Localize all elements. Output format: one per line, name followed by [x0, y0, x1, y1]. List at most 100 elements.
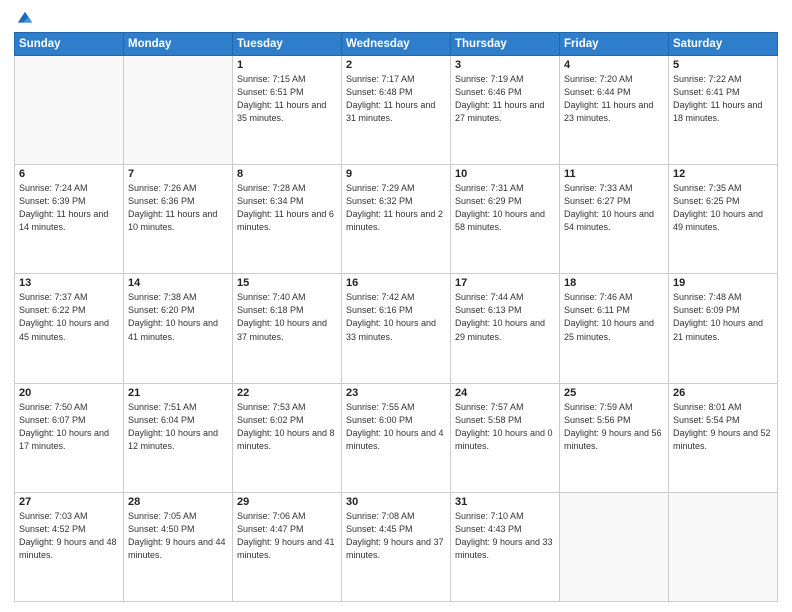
day-number: 10 — [455, 168, 555, 180]
day-info: Sunrise: 7:15 AM Sunset: 6:51 PM Dayligh… — [237, 73, 337, 125]
calendar-cell: 22Sunrise: 7:53 AM Sunset: 6:02 PM Dayli… — [233, 383, 342, 492]
calendar-cell: 19 Sunrise: 7:48 AM Sunset: 6:09 PM Dayli… — [669, 274, 778, 383]
day-info: Sunrise: 7:42 AM Sunset: 6:16 PM Dayligh… — [346, 291, 446, 343]
day-number: 2 — [346, 59, 446, 71]
calendar-cell: 21 Sunrise: 7:51 AM Sunset: 6:04 PM Dayli… — [124, 383, 233, 492]
day-number: 15 — [237, 277, 337, 289]
calendar-cell: 28 Sunrise: 7:05 AM Sunset: 4:50 PM Dayli… — [124, 492, 233, 601]
day-number: 9 — [346, 168, 446, 180]
calendar-cell: 31 Sunrise: 7:10 AM Sunset: 4:43 PM Dayli… — [451, 492, 560, 601]
day-info: Sunrise: 8:01 AM Sunset: 5:54 PM Dayligh… — [673, 401, 773, 453]
day-number: 4 — [564, 59, 664, 71]
calendar-cell: 11 Sunrise: 7:33 AM Sunset: 6:27 PM Dayli… — [560, 165, 669, 274]
day-number: 20 — [19, 387, 119, 399]
calendar-cell: 27 Sunrise: 7:03 AM Sunset: 4:52 PM Dayli… — [15, 492, 124, 601]
weekday-header-wednesday: Wednesday — [342, 33, 451, 56]
calendar-cell — [669, 492, 778, 601]
day-number: 7 — [128, 168, 228, 180]
day-info: Sunrise: 7:05 AM Sunset: 4:50 PM Dayligh… — [128, 510, 228, 562]
calendar-cell: 23Sunrise: 7:55 AM Sunset: 6:00 PM Dayli… — [342, 383, 451, 492]
calendar-week-5: 27 Sunrise: 7:03 AM Sunset: 4:52 PM Dayli… — [15, 492, 778, 601]
day-number: 5 — [673, 59, 773, 71]
day-info: Sunrise: 7:35 AM Sunset: 6:25 PM Dayligh… — [673, 182, 773, 234]
calendar-cell: 7 Sunrise: 7:26 AM Sunset: 6:36 PM Daylig… — [124, 165, 233, 274]
header — [14, 10, 778, 26]
day-info: Sunrise: 7:59 AM Sunset: 5:56 PM Dayligh… — [564, 401, 664, 453]
calendar-cell: 8 Sunrise: 7:28 AM Sunset: 6:34 PM Daylig… — [233, 165, 342, 274]
day-number: 27 — [19, 496, 119, 508]
day-number: 28 — [128, 496, 228, 508]
day-info: Sunrise: 7:28 AM Sunset: 6:34 PM Dayligh… — [237, 182, 337, 234]
day-number: 21 — [128, 387, 228, 399]
day-number: 16 — [346, 277, 446, 289]
weekday-header-thursday: Thursday — [451, 33, 560, 56]
day-number: 6 — [19, 168, 119, 180]
day-number: 29 — [237, 496, 337, 508]
calendar-cell: 20 Sunrise: 7:50 AM Sunset: 6:07 PM Dayli… — [15, 383, 124, 492]
calendar-cell: 16 Sunrise: 7:42 AM Sunset: 6:16 PM Dayli… — [342, 274, 451, 383]
calendar-cell: 29 Sunrise: 7:06 AM Sunset: 4:47 PM Dayli… — [233, 492, 342, 601]
day-info: Sunrise: 7:10 AM Sunset: 4:43 PM Dayligh… — [455, 510, 555, 562]
calendar-cell: 17Sunrise: 7:44 AM Sunset: 6:13 PM Dayli… — [451, 274, 560, 383]
calendar-cell — [15, 56, 124, 165]
calendar-cell: 25 Sunrise: 7:59 AM Sunset: 5:56 PM Dayli… — [560, 383, 669, 492]
day-info: Sunrise: 7:26 AM Sunset: 6:36 PM Dayligh… — [128, 182, 228, 234]
weekday-header-friday: Friday — [560, 33, 669, 56]
weekday-header-sunday: Sunday — [15, 33, 124, 56]
day-number: 25 — [564, 387, 664, 399]
calendar-cell: 5Sunrise: 7:22 AM Sunset: 6:41 PM Daylig… — [669, 56, 778, 165]
day-info: Sunrise: 7:44 AM Sunset: 6:13 PM Dayligh… — [455, 291, 555, 343]
calendar-cell: 1Sunrise: 7:15 AM Sunset: 6:51 PM Daylig… — [233, 56, 342, 165]
day-info: Sunrise: 7:51 AM Sunset: 6:04 PM Dayligh… — [128, 401, 228, 453]
calendar-cell: 10Sunrise: 7:31 AM Sunset: 6:29 PM Dayli… — [451, 165, 560, 274]
day-info: Sunrise: 7:40 AM Sunset: 6:18 PM Dayligh… — [237, 291, 337, 343]
logo-icon — [16, 10, 34, 28]
day-info: Sunrise: 7:37 AM Sunset: 6:22 PM Dayligh… — [19, 291, 119, 343]
weekday-header-monday: Monday — [124, 33, 233, 56]
page: SundayMondayTuesdayWednesdayThursdayFrid… — [0, 0, 792, 612]
calendar-cell: 18Sunrise: 7:46 AM Sunset: 6:11 PM Dayli… — [560, 274, 669, 383]
day-number: 11 — [564, 168, 664, 180]
day-number: 23 — [346, 387, 446, 399]
day-number: 24 — [455, 387, 555, 399]
calendar-cell — [560, 492, 669, 601]
calendar-cell: 12 Sunrise: 7:35 AM Sunset: 6:25 PM Dayli… — [669, 165, 778, 274]
day-info: Sunrise: 7:20 AM Sunset: 6:44 PM Dayligh… — [564, 73, 664, 125]
calendar-header-row: SundayMondayTuesdayWednesdayThursdayFrid… — [15, 33, 778, 56]
day-number: 31 — [455, 496, 555, 508]
calendar-cell: 6 Sunrise: 7:24 AM Sunset: 6:39 PM Daylig… — [15, 165, 124, 274]
day-info: Sunrise: 7:08 AM Sunset: 4:45 PM Dayligh… — [346, 510, 446, 562]
weekday-header-tuesday: Tuesday — [233, 33, 342, 56]
day-number: 14 — [128, 277, 228, 289]
calendar-week-4: 20 Sunrise: 7:50 AM Sunset: 6:07 PM Dayli… — [15, 383, 778, 492]
day-info: Sunrise: 7:24 AM Sunset: 6:39 PM Dayligh… — [19, 182, 119, 234]
calendar-cell: 13 Sunrise: 7:37 AM Sunset: 6:22 PM Dayli… — [15, 274, 124, 383]
day-number: 19 — [673, 277, 773, 289]
day-number: 12 — [673, 168, 773, 180]
day-info: Sunrise: 7:50 AM Sunset: 6:07 PM Dayligh… — [19, 401, 119, 453]
day-info: Sunrise: 7:29 AM Sunset: 6:32 PM Dayligh… — [346, 182, 446, 234]
calendar-cell: 15 Sunrise: 7:40 AM Sunset: 6:18 PM Dayli… — [233, 274, 342, 383]
day-info: Sunrise: 7:06 AM Sunset: 4:47 PM Dayligh… — [237, 510, 337, 562]
day-number: 30 — [346, 496, 446, 508]
day-info: Sunrise: 7:03 AM Sunset: 4:52 PM Dayligh… — [19, 510, 119, 562]
calendar-week-2: 6 Sunrise: 7:24 AM Sunset: 6:39 PM Daylig… — [15, 165, 778, 274]
calendar-week-1: 1Sunrise: 7:15 AM Sunset: 6:51 PM Daylig… — [15, 56, 778, 165]
day-info: Sunrise: 7:57 AM Sunset: 5:58 PM Dayligh… — [455, 401, 555, 453]
calendar-cell: 26 Sunrise: 8:01 AM Sunset: 5:54 PM Dayli… — [669, 383, 778, 492]
calendar-cell: 3Sunrise: 7:19 AM Sunset: 6:46 PM Daylig… — [451, 56, 560, 165]
calendar-cell: 24 Sunrise: 7:57 AM Sunset: 5:58 PM Dayli… — [451, 383, 560, 492]
day-info: Sunrise: 7:33 AM Sunset: 6:27 PM Dayligh… — [564, 182, 664, 234]
day-number: 13 — [19, 277, 119, 289]
day-info: Sunrise: 7:38 AM Sunset: 6:20 PM Dayligh… — [128, 291, 228, 343]
calendar-cell — [124, 56, 233, 165]
calendar-cell: 14 Sunrise: 7:38 AM Sunset: 6:20 PM Dayli… — [124, 274, 233, 383]
day-number: 18 — [564, 277, 664, 289]
day-info: Sunrise: 7:19 AM Sunset: 6:46 PM Dayligh… — [455, 73, 555, 125]
calendar-cell: 4 Sunrise: 7:20 AM Sunset: 6:44 PM Daylig… — [560, 56, 669, 165]
day-number: 8 — [237, 168, 337, 180]
calendar-cell: 9 Sunrise: 7:29 AM Sunset: 6:32 PM Daylig… — [342, 165, 451, 274]
day-info: Sunrise: 7:48 AM Sunset: 6:09 PM Dayligh… — [673, 291, 773, 343]
day-number: 26 — [673, 387, 773, 399]
calendar-cell: 2Sunrise: 7:17 AM Sunset: 6:48 PM Daylig… — [342, 56, 451, 165]
